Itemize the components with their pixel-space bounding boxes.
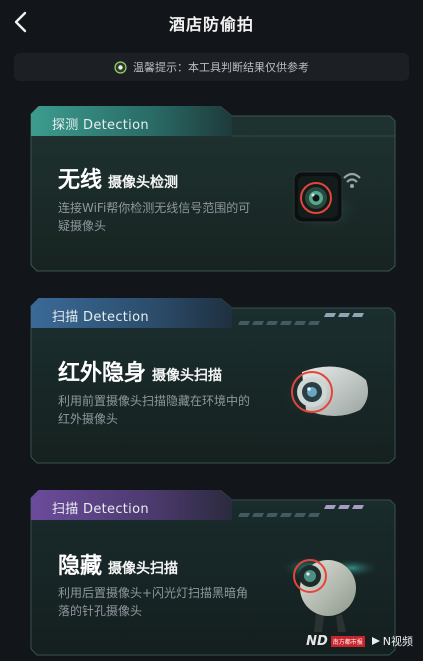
- header-bar: 酒店防偷拍: [0, 0, 423, 44]
- nd-badge: 南方都市报: [330, 635, 365, 647]
- n-video-label: N视频: [382, 635, 413, 648]
- card-title: 隐藏 摄像头扫描: [58, 548, 178, 580]
- card-title: 无线 摄像头检测: [58, 162, 178, 194]
- nd-logo: ND: [306, 633, 328, 649]
- tip-icon: [114, 60, 127, 74]
- card-title-main: 无线: [58, 168, 103, 193]
- card-title-sub: 摄像头扫描: [152, 368, 223, 384]
- wifi-camera-icon: [288, 160, 364, 236]
- page-title: 酒店防偷拍: [168, 15, 254, 34]
- tip-text: 温馨提示：本工具判断结果仅供参考: [133, 61, 309, 74]
- infrared-camera-icon: [280, 350, 376, 430]
- card-title-sub: 摄像头检测: [108, 175, 179, 191]
- card-title-main: 隐藏: [58, 554, 103, 579]
- card-tab-label: 探测 Detection: [52, 118, 149, 133]
- card-description: 利用前置摄像头扫描隐藏在环境中的红外摄像头: [58, 394, 251, 426]
- hidden-camera-scan-card[interactable]: 扫描 Detection 隐藏 摄像头扫描 利用后置摄像头+闪光灯扫描黑暗角落的…: [30, 490, 396, 656]
- play-icon: [371, 637, 380, 645]
- card-title: 红外隐身 摄像头扫描: [58, 355, 222, 387]
- card-tab-label: 扫描 Detection: [52, 310, 149, 325]
- watermark: ND 南方都市报 N视频: [306, 633, 413, 649]
- wireless-detection-card[interactable]: 探测 Detection 无线 摄像头检测 连接WiFi帮你检测无线信号范围的可…: [30, 106, 396, 272]
- card-tab-label: 扫描 Detection: [52, 502, 149, 517]
- card-description: 利用后置摄像头+闪光灯扫描黑暗角落的针孔摄像头: [58, 586, 249, 618]
- card-description: 连接WiFi帮你检测无线信号范围的可疑摄像头: [58, 201, 251, 233]
- pinhole-camera-icon: [280, 542, 380, 642]
- tip-bar: 温馨提示：本工具判断结果仅供参考: [14, 53, 409, 81]
- card-title-main: 红外隐身: [58, 361, 147, 386]
- card-title-sub: 摄像头扫描: [108, 561, 179, 577]
- infrared-scan-card[interactable]: 扫描 Detection 红外隐身 摄像头扫描 利用前置摄像头扫描隐藏在环境中的…: [30, 298, 396, 464]
- n-video-logo: N视频: [371, 633, 413, 649]
